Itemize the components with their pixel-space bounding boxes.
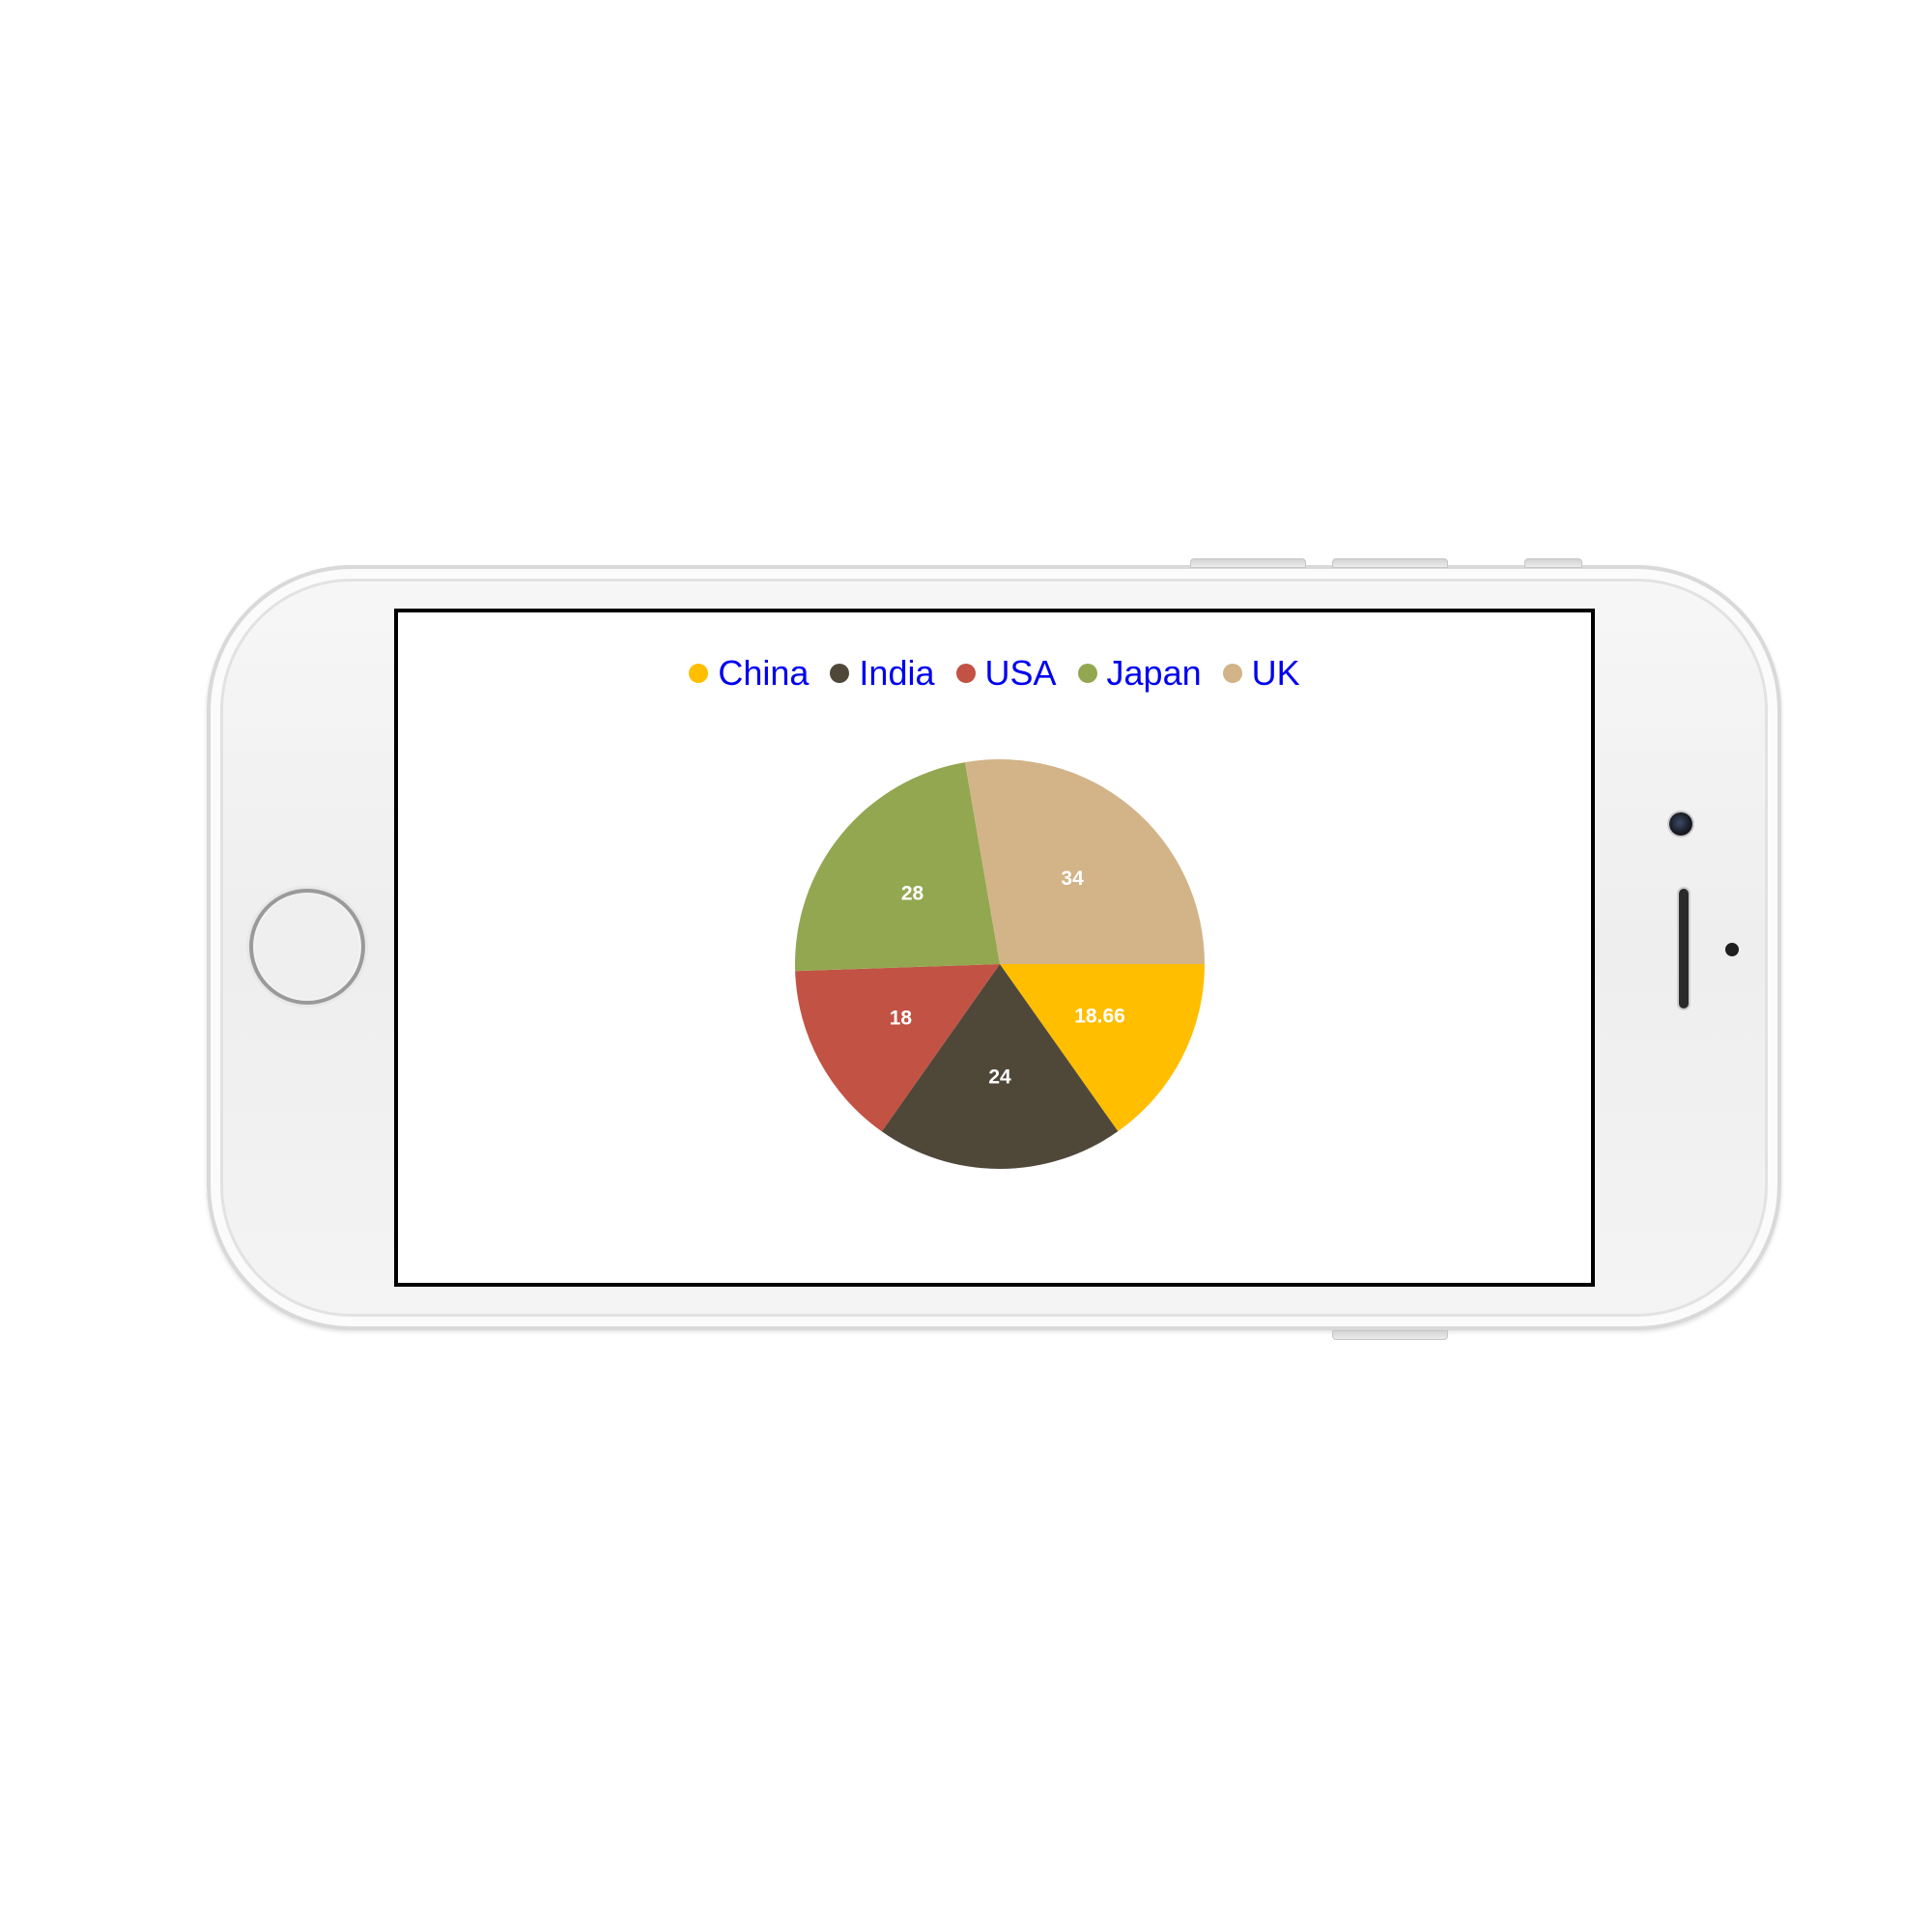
pie-slice-uk[interactable]: [964, 759, 1205, 964]
phone-screen: China India USA Japan UK 18.66 24 18 28 34: [394, 609, 1595, 1287]
earpiece-speaker-icon: [1679, 889, 1689, 1009]
volume-up-button: [1190, 558, 1306, 568]
front-camera-icon: [1669, 812, 1692, 836]
power-button: [1332, 1330, 1448, 1340]
data-label-usa: 18: [890, 1007, 913, 1029]
data-label-china: 18.66: [1074, 1006, 1125, 1028]
pie-slice-japan[interactable]: [795, 762, 1000, 972]
pie-chart: 18.66 24 18 28 34: [795, 759, 1205, 1169]
home-button-icon[interactable]: [249, 889, 365, 1005]
data-label-uk: 34: [1061, 867, 1084, 890]
data-label-japan: 28: [901, 882, 924, 904]
proximity-sensor-icon: [1725, 943, 1739, 956]
data-label-india: 24: [988, 1066, 1011, 1089]
volume-down-button: [1332, 558, 1448, 568]
pie-slices: [795, 759, 1205, 1169]
mute-switch: [1524, 558, 1582, 568]
